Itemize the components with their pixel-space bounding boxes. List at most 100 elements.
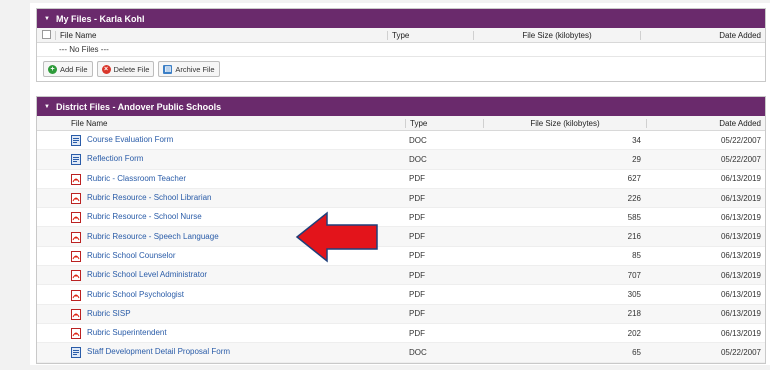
date-added: 05/22/2007 [720,135,761,145]
pdf-file-icon [71,308,81,320]
date-added: 06/13/2019 [720,251,761,261]
pdf-file-icon [71,212,81,224]
pdf-file-icon [71,289,81,301]
pdf-file-icon [71,193,81,205]
file-link[interactable]: Reflection Form [87,155,143,164]
date-added: 06/13/2019 [720,212,761,222]
archive-file-button[interactable]: ▤ Archive File [158,61,220,77]
pdf-file-icon [71,231,81,243]
add-file-button[interactable]: + Add File [43,61,93,77]
table-row[interactable]: Rubric SISP PDF 218 06/13/2019 [37,304,765,324]
collapse-triangle-icon[interactable]: ▼ [44,104,50,110]
col-file-name[interactable]: File Name [55,30,387,40]
district-files-panel: ▼ District Files - Andover Public School… [36,96,766,364]
file-type: PDF [409,212,425,222]
my-files-title: My Files - Karla Kohl [55,13,145,24]
delete-file-label: Delete File [113,64,150,74]
my-files-header[interactable]: ▼ My Files - Karla Kohl [37,9,765,28]
file-link[interactable]: Rubric School Level Administrator [87,270,207,279]
file-size: 216 [627,232,641,242]
file-size: 226 [627,193,641,203]
empty-row: --- No Files --- [37,43,765,57]
table-row[interactable]: Rubric Superintendent PDF 202 06/13/2019 [37,324,765,344]
district-files-list: Course Evaluation Form DOC 34 05/22/2007 Ref… [37,131,765,363]
file-type: PDF [409,251,425,261]
select-all-checkbox[interactable] [41,29,51,39]
pdf-file-icon [71,250,81,262]
file-link[interactable]: Rubric - Classroom Teacher [87,174,186,183]
file-link[interactable]: Rubric Resource - School Librarian [87,193,212,202]
date-added: 05/22/2007 [720,154,761,164]
red-arrow-left-icon [295,211,378,263]
pdf-file-icon [71,173,81,185]
file-link[interactable]: Rubric School Psychologist [87,290,184,299]
pdf-file-icon [71,328,81,340]
date-added: 06/13/2019 [720,290,761,300]
select-all-cell[interactable] [37,29,55,41]
file-link[interactable]: Course Evaluation Form [87,135,173,144]
file-type: PDF [409,193,425,203]
file-type: DOC [409,154,427,164]
pdf-file-icon [71,270,81,282]
my-files-toolbar: + Add File × Delete File ▤ Archive File [37,57,765,81]
file-type: PDF [409,270,425,280]
file-type: PDF [409,328,425,338]
table-row[interactable]: Rubric Resource - School Librarian PDF 226… [37,188,765,209]
date-added: 06/13/2019 [720,270,761,280]
file-type: PDF [409,174,425,184]
table-row[interactable]: Rubric School Counselor PDF 85 06/13/2019 [37,247,765,267]
file-type: PDF [409,290,425,300]
date-added: 06/13/2019 [720,328,761,338]
archive-icon: ▤ [163,64,173,74]
file-size: 627 [627,174,641,184]
col-date-added[interactable]: Date Added [640,30,765,40]
date-added: 06/13/2019 [720,174,761,184]
table-row[interactable]: Rubric School Psychologist PDF 305 06/13/20… [37,285,765,305]
file-link[interactable]: Rubric Resource - Speech Language [87,232,219,241]
district-files-header[interactable]: ▼ District Files - Andover Public School… [37,97,765,116]
file-type: DOC [409,347,427,357]
file-link[interactable]: Staff Development Detail Proposal Form [87,348,230,357]
table-row[interactable]: Course Evaluation Form DOC 34 05/22/2007 [37,131,765,151]
file-size: 202 [627,328,641,338]
table-row[interactable]: Rubric Resource - Speech Language PDF 216 0… [37,227,765,247]
col-file-size[interactable]: File Size (kilobytes) [473,30,640,40]
col-type[interactable]: Type [387,30,473,40]
table-row[interactable]: Rubric Resource - School Nurse PDF 585 06/1… [37,208,765,228]
my-files-panel: ▼ My Files - Karla Kohl File Name Type F… [36,8,766,82]
doc-file-icon [71,135,81,147]
file-link[interactable]: Rubric Resource - School Nurse [87,212,202,221]
file-size: 707 [627,270,641,280]
file-size: 305 [627,290,641,300]
district-files-table-header: File Name Type File Size (kilobytes) Dat… [37,116,765,131]
file-type: PDF [409,232,425,242]
date-added: 06/13/2019 [720,309,761,319]
date-added: 05/22/2007 [720,347,761,357]
file-link[interactable]: Rubric Superintendent [87,328,167,337]
table-row[interactable]: Rubric School Level Administrator PDF 707 0… [37,266,765,286]
file-type: PDF [409,309,425,319]
col-date-added[interactable]: Date Added [646,118,765,128]
delete-file-button[interactable]: × Delete File [96,61,155,77]
col-file-size[interactable]: File Size (kilobytes) [483,118,646,128]
date-added: 06/13/2019 [720,232,761,242]
file-link[interactable]: Rubric SISP [87,309,131,318]
collapse-triangle-icon[interactable]: ▼ [44,16,50,22]
file-size: 218 [627,309,641,319]
file-link[interactable]: Rubric School Counselor [87,251,176,260]
doc-file-icon [71,154,81,166]
col-file-name[interactable]: File Name [37,119,405,128]
page-content: ▼ My Files - Karla Kohl File Name Type F… [30,3,770,365]
table-row[interactable]: Reflection Form DOC 29 05/22/2007 [37,150,765,170]
col-type[interactable]: Type [405,118,483,128]
no-files-text: --- No Files --- [59,45,109,54]
add-file-label: Add File [60,64,88,74]
file-size: 585 [627,212,641,222]
file-size: 85 [632,251,641,261]
table-row[interactable]: Rubric - Classroom Teacher PDF 627 06/13/20… [37,170,765,189]
file-size: 34 [632,135,641,145]
table-row[interactable]: Staff Development Detail Proposal Form DO… [37,343,765,363]
date-added: 06/13/2019 [720,193,761,203]
file-size: 65 [632,347,641,357]
file-type: DOC [409,135,427,145]
